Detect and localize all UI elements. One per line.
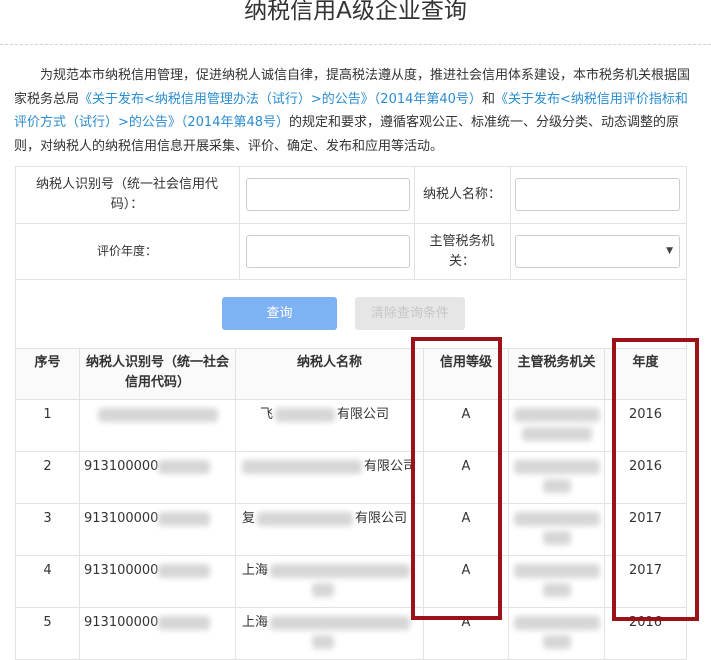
evaluation-year-input[interactable] xyxy=(246,235,410,268)
col-header-taxpayer-id: 纳税人识别号（统一社会信用代码） xyxy=(79,348,236,400)
redacted-block xyxy=(513,615,600,630)
taxpayer-name-label: 纳税人名称： xyxy=(422,187,501,202)
query-button[interactable]: 查询 xyxy=(222,297,337,330)
redacted-block xyxy=(542,582,571,597)
row-taxpayer-id: 913100000 xyxy=(79,451,236,504)
row-taxpayer-id: 913100000 xyxy=(79,555,236,608)
form-divider xyxy=(239,166,240,279)
col-header-tax-authority: 主管税务机关 xyxy=(508,348,605,400)
row-taxpayer-name: 上海 xyxy=(235,607,424,660)
redacted-block xyxy=(158,563,211,578)
row-year: 2016 xyxy=(604,451,687,504)
redacted-block xyxy=(513,563,600,578)
table-header-row: 序号 纳税人识别号（统一社会信用代码） 纳税人名称 信用等级 主管税务机关 年度 xyxy=(15,348,687,400)
row-tax-authority xyxy=(508,503,605,556)
row-taxpayer-id: 913100000 xyxy=(79,607,236,660)
col-header-credit-grade: 信用等级 xyxy=(423,348,509,400)
redacted-block xyxy=(275,407,336,422)
row-taxpayer-id: 913100000 xyxy=(79,503,236,556)
row-taxpayer-id xyxy=(79,399,236,452)
taxpayer-id-input[interactable] xyxy=(246,178,410,211)
taxpayer-id-label: 纳税人识别号（统一社会信用代码）： xyxy=(35,177,218,212)
table-row: 2 913100000 有限公司 A 2016 xyxy=(15,451,687,504)
evaluation-year-label: 评价年度： xyxy=(96,244,157,258)
notice-link-2014-40[interactable]: 《关于发布<纳税信用管理办法（试行）>的公告》（2014年第40号） xyxy=(79,92,482,107)
row-credit-grade: A xyxy=(423,399,509,452)
redacted-block xyxy=(521,426,592,441)
row-taxpayer-name: 上海 xyxy=(235,555,424,608)
redacted-block xyxy=(97,407,218,422)
row-credit-grade: A xyxy=(423,607,509,660)
row-credit-grade: A xyxy=(423,451,509,504)
search-form: 纳税人识别号（统一社会信用代码）： 纳税人名称： 评价年度： 主管税务机关： ▼… xyxy=(15,166,687,349)
row-credit-grade: A xyxy=(423,503,509,556)
row-no: 4 xyxy=(15,555,80,608)
redacted-block xyxy=(312,582,334,597)
col-header-no: 序号 xyxy=(15,348,80,400)
redacted-block xyxy=(542,634,571,649)
row-taxpayer-name: 有限公司 xyxy=(235,451,424,504)
col-header-taxpayer-name: 纳税人名称 xyxy=(235,348,424,400)
table-row: 4 913100000 上海 A 2017 xyxy=(15,555,687,608)
row-year: 2016 xyxy=(604,607,687,660)
redacted-block xyxy=(257,511,354,526)
row-no: 2 xyxy=(15,451,80,504)
row-no: 5 xyxy=(15,607,80,660)
table-row: 5 913100000 上海 A 2016 xyxy=(15,607,687,660)
row-tax-authority xyxy=(508,555,605,608)
col-header-year: 年度 xyxy=(604,348,687,400)
redacted-block xyxy=(270,615,411,630)
table-row: 1 飞有限公司 A 2016 xyxy=(15,399,687,452)
dropdown-caret-icon: ▼ xyxy=(666,246,673,256)
row-year: 2017 xyxy=(604,555,687,608)
row-tax-authority xyxy=(508,607,605,660)
row-no: 3 xyxy=(15,503,80,556)
tax-authority-select[interactable]: ▼ xyxy=(515,235,680,268)
row-credit-grade: A xyxy=(423,555,509,608)
redacted-block xyxy=(542,478,571,493)
redacted-block xyxy=(542,530,571,545)
redacted-block xyxy=(513,459,600,474)
redacted-block xyxy=(513,511,600,526)
taxpayer-name-input[interactable] xyxy=(515,178,680,211)
table-row: 3 913100000 复有限公司 A 2017 xyxy=(15,503,687,556)
intro-paragraph: 为规范本市纳税信用管理，促进纳税人诚信自律，提高税法遵从度，推进社会信用体系建设… xyxy=(14,64,700,158)
redacted-block xyxy=(270,563,411,578)
page-title: 纳税信用A级企业查询 xyxy=(244,0,467,24)
redacted-block xyxy=(158,615,211,630)
intro-text-2: 和 xyxy=(481,91,495,107)
row-tax-authority xyxy=(508,399,605,452)
tax-authority-label: 主管税务机关： xyxy=(429,234,495,269)
row-taxpayer-name: 复有限公司 xyxy=(235,503,424,556)
row-no: 1 xyxy=(15,399,80,452)
form-divider xyxy=(414,166,415,279)
row-taxpayer-name: 飞有限公司 xyxy=(235,399,424,452)
clear-conditions-button[interactable]: 清除查询条件 xyxy=(355,297,465,330)
redacted-block xyxy=(242,459,362,474)
title-divider xyxy=(0,44,711,45)
form-divider xyxy=(16,279,686,280)
redacted-block xyxy=(158,511,211,526)
form-divider xyxy=(16,166,686,167)
row-year: 2017 xyxy=(604,503,687,556)
row-year: 2016 xyxy=(604,399,687,452)
redacted-block xyxy=(513,407,600,422)
row-tax-authority xyxy=(508,451,605,504)
results-table: 序号 纳税人识别号（统一社会信用代码） 纳税人名称 信用等级 主管税务机关 年度… xyxy=(15,348,687,660)
form-divider xyxy=(510,166,511,279)
redacted-block xyxy=(158,459,211,474)
redacted-block xyxy=(312,634,334,649)
form-divider xyxy=(16,223,686,224)
